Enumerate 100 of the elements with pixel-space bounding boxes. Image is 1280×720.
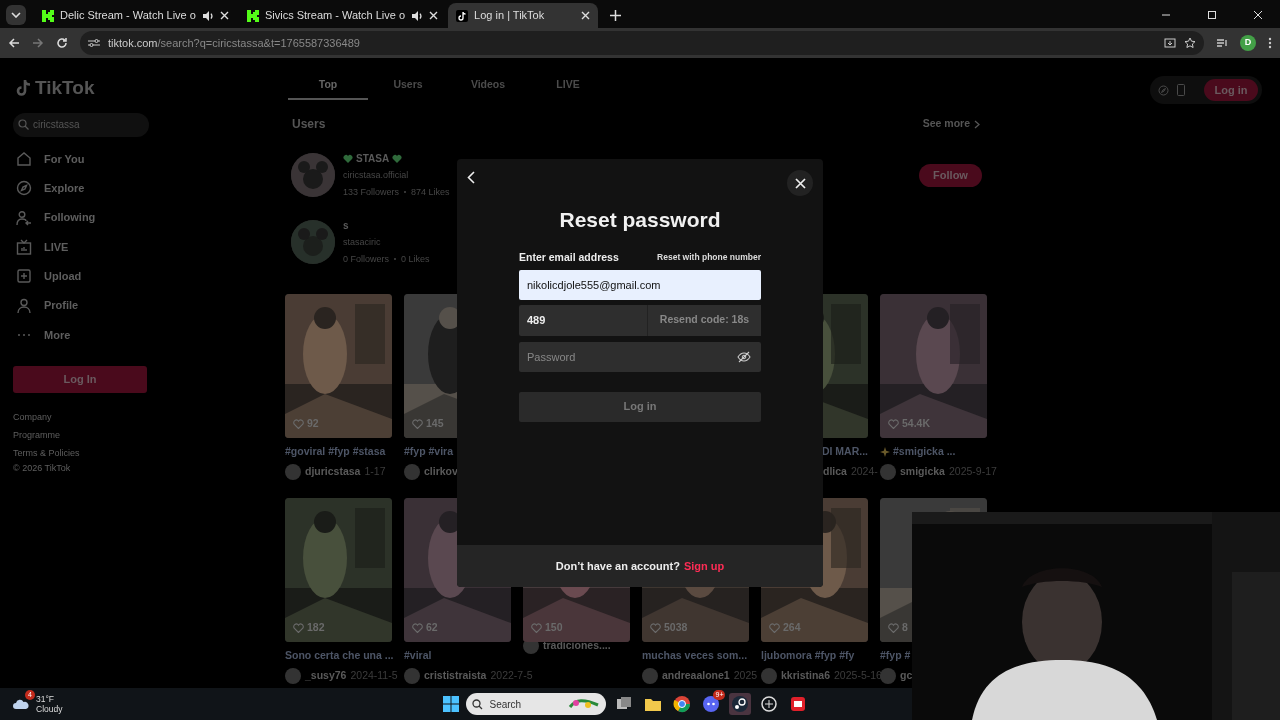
tab-title: Delic Stream - Watch Live o bbox=[60, 8, 196, 24]
follow-button[interactable]: Follow bbox=[919, 163, 982, 187]
user-handle: ciricstasa.official bbox=[343, 169, 410, 182]
close-button[interactable] bbox=[787, 170, 813, 196]
username[interactable]: s bbox=[343, 218, 349, 233]
profile-avatar[interactable]: D bbox=[1240, 35, 1256, 51]
more-icon bbox=[18, 333, 30, 336]
star-icon[interactable] bbox=[1184, 37, 1196, 49]
footer-link[interactable]: Terms & Policies bbox=[13, 443, 272, 462]
search-tab[interactable]: Videos bbox=[448, 72, 528, 100]
author-name[interactable]: clirkov bbox=[424, 464, 458, 480]
author-name[interactable]: djuricstasa bbox=[305, 464, 361, 480]
author-name[interactable]: andreaalone1 bbox=[662, 668, 730, 684]
sidebar-item[interactable]: LIVE bbox=[16, 232, 272, 262]
sidebar-item[interactable]: For You bbox=[16, 144, 272, 174]
search-field[interactable]: ciricstassa bbox=[13, 112, 149, 137]
email-field[interactable]: nikolicdjole555@gmail.com bbox=[519, 269, 761, 300]
compass-icon bbox=[16, 180, 32, 197]
install-icon[interactable] bbox=[1164, 37, 1176, 49]
new-tab-icon[interactable] bbox=[610, 10, 622, 21]
signup-link[interactable]: Sign up bbox=[683, 557, 725, 575]
search-tab[interactable]: Top bbox=[288, 72, 368, 100]
browser-tab[interactable]: Sivics Stream - Watch Live o bbox=[238, 3, 447, 28]
back-button[interactable] bbox=[467, 171, 475, 184]
author-name[interactable]: smigicka bbox=[900, 464, 945, 480]
heart-icon bbox=[650, 623, 661, 634]
login-button[interactable]: Log in bbox=[1204, 79, 1258, 101]
code-field[interactable]: 489 bbox=[519, 304, 648, 336]
kick-logo-icon bbox=[246, 9, 259, 22]
close-icon[interactable] bbox=[1253, 10, 1263, 20]
tab-title: Log in | TikTok bbox=[474, 8, 546, 24]
username[interactable]: STASA bbox=[356, 151, 390, 166]
sidebar-item[interactable]: Upload bbox=[16, 261, 272, 291]
eye-off-icon[interactable] bbox=[737, 350, 751, 363]
browser-tab[interactable]: Log in | TikTok bbox=[448, 3, 599, 28]
media-control-icon[interactable] bbox=[1216, 37, 1228, 49]
heart-icon bbox=[888, 419, 899, 430]
site-settings-icon bbox=[88, 38, 100, 48]
back-arrow-icon[interactable] bbox=[8, 37, 20, 49]
sidebar-item[interactable]: Profile bbox=[16, 291, 272, 321]
post-date: 2024- bbox=[850, 464, 878, 480]
close-icon[interactable] bbox=[219, 11, 229, 20]
author-name[interactable]: kkristina6 bbox=[781, 668, 831, 684]
search-icon bbox=[472, 698, 484, 710]
music-note-icon bbox=[456, 9, 469, 22]
reload-icon[interactable] bbox=[56, 37, 68, 49]
author-name[interactable]: _susy76 bbox=[305, 668, 347, 684]
video-caption[interactable]: #goviral #fyp #stasa bbox=[285, 444, 386, 460]
author-name[interactable]: gc bbox=[900, 668, 913, 684]
tiktok-logo[interactable]: TikTok bbox=[16, 74, 272, 103]
home-icon bbox=[16, 151, 32, 168]
see-more-link[interactable]: See more bbox=[922, 116, 980, 132]
forward-arrow-icon[interactable] bbox=[32, 37, 44, 49]
taskbar-search[interactable]: Search bbox=[466, 693, 607, 715]
resend-code-button[interactable]: Resend code: 18s bbox=[648, 304, 761, 336]
address-bar[interactable]: tiktok.com/search?q=ciricstassa&t=1765587336489 bbox=[80, 31, 1204, 55]
field-label: Enter email address bbox=[519, 249, 619, 265]
section-title: Users bbox=[292, 116, 326, 133]
sidebar-item[interactable]: Explore bbox=[16, 173, 272, 204]
plus-square-icon bbox=[16, 268, 32, 285]
login-button[interactable]: Log In bbox=[13, 365, 147, 393]
video-caption[interactable]: #fyp # bbox=[880, 648, 911, 664]
like-count: 182 bbox=[307, 620, 325, 636]
video-caption[interactable]: Sono certa che una ... bbox=[285, 648, 394, 664]
author-name[interactable]: tradiciones.... bbox=[543, 638, 611, 654]
chevron-right-icon bbox=[974, 119, 980, 129]
author-name[interactable]: crististraista bbox=[424, 668, 487, 684]
post-date: 2025-5-16 bbox=[834, 668, 882, 684]
close-icon bbox=[794, 177, 806, 189]
tv-icon bbox=[16, 239, 32, 256]
tab-list-button[interactable] bbox=[6, 5, 26, 25]
copyright-text: © 2026 TikTok bbox=[13, 461, 72, 474]
url-text: tiktok.com/search?q=ciricstassa&t=1765587336489 bbox=[108, 35, 360, 51]
video-caption[interactable]: ljubomora #fyp #fy bbox=[761, 648, 855, 664]
sidebar-item[interactable]: More bbox=[16, 320, 272, 350]
video-caption[interactable]: #viral bbox=[404, 648, 432, 664]
search-tab[interactable]: Users bbox=[368, 72, 448, 100]
close-icon[interactable] bbox=[429, 11, 439, 20]
user-icon bbox=[16, 297, 32, 314]
video-caption[interactable]: muchas veces som... bbox=[642, 648, 748, 664]
heart-icon bbox=[293, 623, 304, 634]
heart-icon bbox=[769, 623, 780, 634]
steam-icon[interactable] bbox=[729, 693, 752, 715]
browser-tab[interactable]: Delic Stream - Watch Live o bbox=[34, 3, 237, 28]
close-icon[interactable] bbox=[581, 11, 591, 20]
author-name[interactable]: dlica bbox=[823, 464, 847, 480]
post-date: 2022-7-5 bbox=[490, 668, 533, 684]
restore-icon[interactable] bbox=[1207, 10, 1217, 20]
video-caption[interactable]: #smigicka ... bbox=[893, 444, 956, 460]
search-tab[interactable]: LIVE bbox=[528, 72, 608, 100]
password-field[interactable]: Password bbox=[519, 341, 761, 372]
video-caption[interactable]: #fyp #vira bbox=[404, 444, 454, 460]
footer-link[interactable]: Programme bbox=[13, 425, 272, 444]
sidebar-item[interactable]: Following bbox=[16, 203, 272, 233]
footer-link[interactable]: Company bbox=[13, 407, 272, 426]
heart-icon bbox=[293, 419, 304, 430]
phone-reset-link[interactable]: Reset with phone number bbox=[657, 251, 761, 264]
more-options-icon[interactable] bbox=[1268, 37, 1272, 49]
video-caption[interactable]: DI MAR... bbox=[821, 444, 868, 460]
user-handle: stasaciric bbox=[343, 236, 382, 249]
